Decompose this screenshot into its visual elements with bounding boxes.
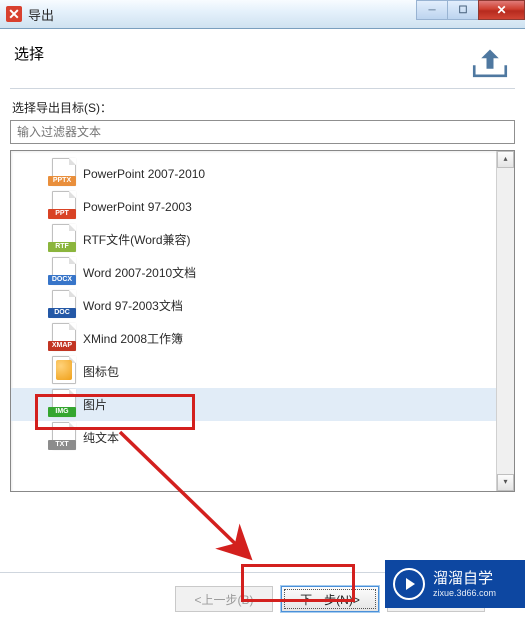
header-row: 选择 xyxy=(10,37,515,84)
page-title: 选择 xyxy=(14,39,44,64)
titlebar: ✕ 导出 ─ ☐ ✕ xyxy=(0,0,525,29)
file-icon: PPTX xyxy=(51,158,77,188)
export-icon xyxy=(469,39,511,84)
watermark-line2: zixue.3d66.com xyxy=(433,588,496,599)
file-icon: PPT xyxy=(51,191,77,221)
list-item-label: PowerPoint 2007-2010 xyxy=(83,167,205,181)
window-controls: ─ ☐ ✕ xyxy=(416,0,525,20)
next-button[interactable]: 下一步(N)> xyxy=(281,586,379,612)
list-item-label: PowerPoint 97-2003 xyxy=(83,200,192,214)
watermark-badge: 溜溜自学 zixue.3d66.com xyxy=(385,560,525,608)
dialog-body: 选择 选择导出目标(S)： PPTXPowerPoint 2007-2010PP… xyxy=(0,29,525,624)
filter-input-wrap xyxy=(10,120,515,144)
list-item[interactable]: TXT 纯文本 xyxy=(11,421,497,454)
watermark-text: 溜溜自学 zixue.3d66.com xyxy=(433,570,496,599)
list-item-label: 纯文本 xyxy=(83,429,119,446)
list-item[interactable]: DOCX Word 2007-2010文档 xyxy=(11,256,497,289)
list-item-label: 图标包 xyxy=(83,363,119,380)
list-item[interactable]: PPTX PowerPoint 2007-2010 xyxy=(11,157,497,190)
file-icon: DOC xyxy=(51,290,77,320)
list-item-label: Word 97-2003文档 xyxy=(83,297,183,314)
list-item[interactable]: XMAP XMind 2008工作簿 xyxy=(11,322,497,355)
divider xyxy=(10,88,515,89)
scroll-down-button[interactable]: ▾ xyxy=(497,474,514,491)
list-item[interactable]: IMG 图片 xyxy=(11,388,497,421)
window-title: 导出 xyxy=(28,5,54,24)
list-item[interactable]: RTF RTF文件(Word兼容) xyxy=(11,223,497,256)
export-list: PPTX PowerPoint 2007-2010 PPT PowerPoint 97… xyxy=(10,150,515,492)
minimize-button[interactable]: ─ xyxy=(416,0,447,20)
close-button[interactable]: ✕ xyxy=(478,0,525,20)
maximize-button[interactable]: ☐ xyxy=(447,0,478,20)
file-icon: TXT xyxy=(51,422,77,452)
list-item-label: Word 2007-2010文档 xyxy=(83,264,196,281)
scroll-up-button[interactable]: ▴ xyxy=(497,151,514,168)
list-item-label: XMind 2008工作簿 xyxy=(83,330,183,347)
list-item[interactable]: 图标包 xyxy=(11,355,497,388)
file-icon: XMAP xyxy=(51,323,77,353)
file-icon xyxy=(51,356,77,386)
file-icon: IMG xyxy=(51,389,77,419)
list-item[interactable]: PPT PowerPoint 97-2003 xyxy=(11,190,497,223)
play-icon xyxy=(393,568,425,600)
scrollbar[interactable]: ▴ ▾ xyxy=(496,151,514,491)
scroll-track[interactable] xyxy=(497,168,514,474)
list-item-label: RTF文件(Word兼容) xyxy=(83,231,191,248)
select-target-label: 选择导出目标(S)： xyxy=(12,99,513,116)
back-button: <上一步(B) xyxy=(175,586,273,612)
app-icon: ✕ xyxy=(6,6,22,22)
list-item-label: 图片 xyxy=(83,396,107,413)
file-icon: DOCX xyxy=(51,257,77,287)
watermark-line1: 溜溜自学 xyxy=(433,570,496,588)
filter-input[interactable] xyxy=(10,120,515,144)
file-icon: RTF xyxy=(51,224,77,254)
list-item[interactable]: DOC Word 97-2003文档 xyxy=(11,289,497,322)
